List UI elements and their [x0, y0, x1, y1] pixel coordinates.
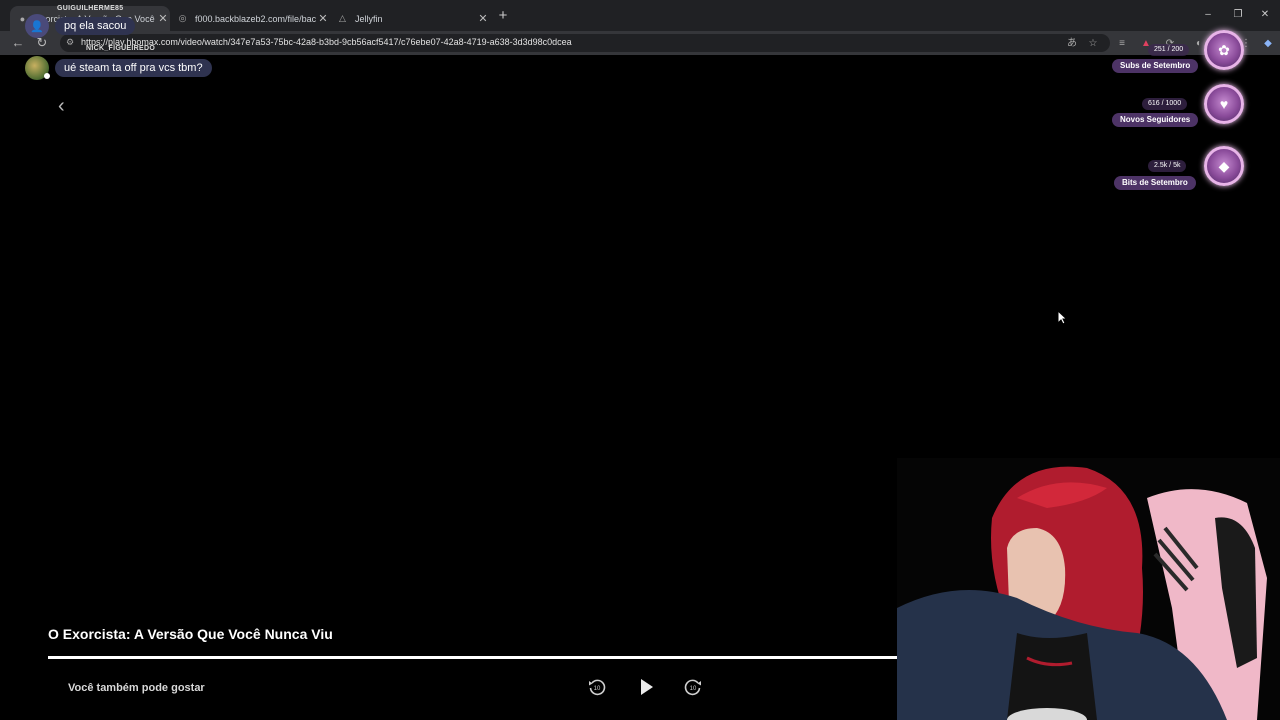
globe-icon: ◎	[178, 13, 187, 23]
progress-fill	[48, 656, 898, 659]
goal-count: 616 / 1000	[1142, 98, 1188, 110]
goal-subs: 251 / 200 Subs de Setembro ✿	[1110, 30, 1280, 78]
svg-text:10: 10	[690, 686, 697, 692]
rewind-icon[interactable]: 10	[586, 676, 608, 698]
fast-forward-icon[interactable]: 10	[682, 676, 704, 698]
heart-icon: ♥	[1204, 84, 1244, 124]
tab-bar: ● Exorcista: A Versão Que Você Nunca Viu…	[0, 0, 1280, 31]
close-tab-icon[interactable]: ✕	[316, 12, 330, 25]
restore-icon[interactable]: ❐	[1231, 9, 1245, 20]
site-info-icon[interactable]: ⚙	[66, 37, 74, 48]
bookmark-star-icon[interactable]: ☆	[1087, 38, 1099, 49]
goal-label: Subs de Setembro	[1112, 59, 1199, 73]
minimize-icon[interactable]: –	[1201, 9, 1215, 20]
back-arrow-icon[interactable]: ←	[11, 36, 25, 50]
tab-jellyfin[interactable]: △ Jellyfin ✕	[330, 6, 490, 31]
tab-backblaze[interactable]: ◎ f000.backblazeb2.com/file/backu ✕	[170, 6, 330, 31]
online-dot	[44, 73, 50, 79]
new-tab-plus-icon[interactable]: +	[495, 8, 511, 24]
close-tab-icon[interactable]: ✕	[156, 12, 170, 25]
chat-message: ué steam ta off pra vcs tbm?	[25, 56, 212, 80]
video-title: O Exorcista: A Versão Que Você Nunca Viu	[48, 626, 333, 642]
chat-username: NICK_FIGUEIREDO	[86, 45, 156, 52]
close-window-icon[interactable]: ✕	[1258, 9, 1272, 20]
omnibox[interactable]: ⚙ https://play.hbomax.com/video/watch/34…	[60, 34, 1110, 52]
goal-label: Novos Seguidores	[1112, 113, 1199, 127]
goal-count: 251 / 200	[1148, 44, 1190, 56]
goal-label: Bits de Setembro	[1114, 176, 1196, 190]
goal-bits: 2.5k / 5k Bits de Setembro ◆	[1110, 146, 1280, 190]
play-icon[interactable]	[635, 676, 657, 698]
chat-message: 👤 pq ela sacou	[25, 14, 136, 38]
tab-title: f000.backblazeb2.com/file/backu	[195, 13, 316, 24]
address-bar-row: ← ↻ ⚙ https://play.hbomax.com/video/watc…	[0, 31, 1280, 55]
streamer-image	[897, 458, 1280, 720]
progress-bar[interactable]	[48, 656, 976, 659]
translate-icon[interactable]: あ	[1066, 38, 1078, 49]
webcam-feed	[897, 458, 1280, 720]
star-icon: ✿	[1204, 30, 1244, 70]
avatar-user-icon: 👤	[25, 14, 49, 38]
goal-count: 2.5k / 5k	[1148, 160, 1187, 172]
tab-title: Jellyfin	[355, 13, 383, 24]
reload-icon[interactable]: ↻	[35, 36, 49, 50]
close-tab-icon[interactable]: ✕	[476, 12, 490, 25]
chat-bubble: pq ela sacou	[55, 17, 136, 35]
player-back-chevron-icon[interactable]: ‹	[58, 96, 74, 116]
svg-text:10: 10	[594, 686, 601, 692]
mouse-cursor-icon	[1057, 310, 1067, 325]
also-like-link[interactable]: Você também pode gostar	[68, 682, 205, 694]
jellyfin-icon: △	[339, 13, 346, 23]
goal-followers: 616 / 1000 Novos Seguidores ♥	[1110, 84, 1280, 128]
chat-username: GUIGUILHERME85	[57, 5, 124, 12]
gem-icon: ◆	[1204, 146, 1244, 186]
chat-bubble: ué steam ta off pra vcs tbm?	[55, 59, 212, 77]
